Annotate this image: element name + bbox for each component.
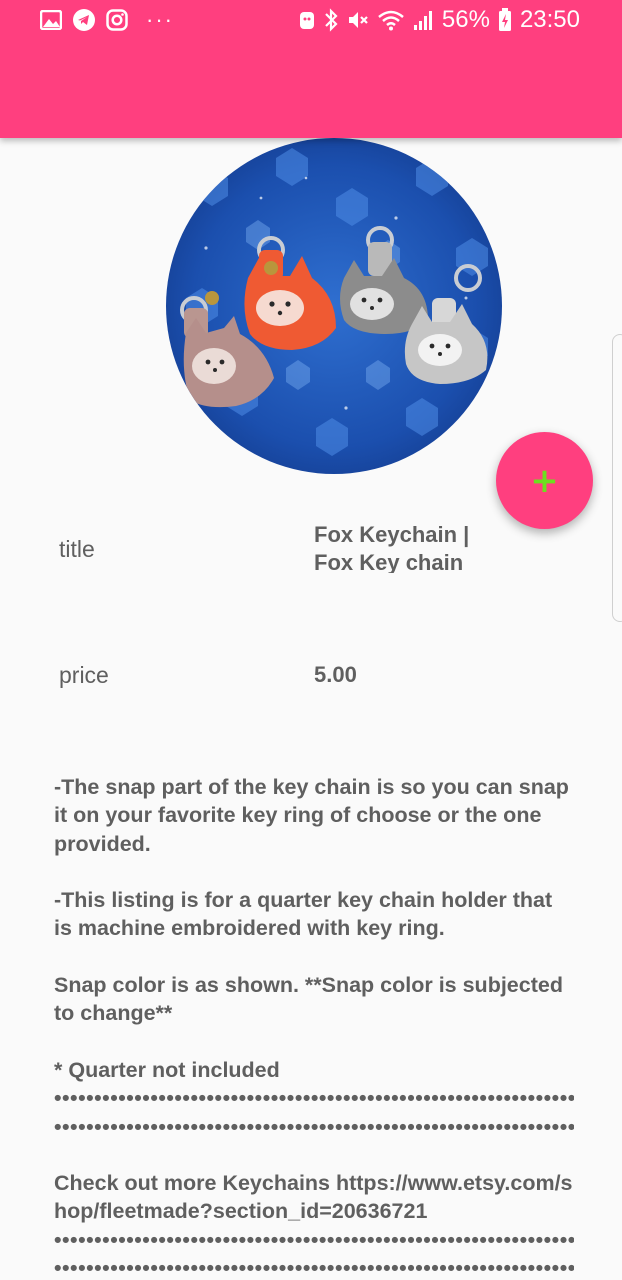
product-description: -The snap part of the key chain is so yo… [54,773,574,1280]
telegram-icon [72,8,96,32]
notification-icons: ··· [40,8,174,32]
description-paragraph: * Quarter not included [54,1057,280,1082]
clock: 23:50 [519,6,580,33]
title-label: title [59,536,95,562]
description-paragraph: Snap color is as shown. **Snap color is … [54,973,563,1026]
description-link-paragraph[interactable]: Check out more Keychains https://www.ets… [54,1169,574,1226]
description-paragraph: -This listing is for a quarter key chain… [54,888,553,941]
description-paragraph: -The snap part of the key chain is so yo… [54,775,569,856]
price-value: 5.00 [314,662,357,687]
status-bar: ··· 56% 23:50 [0,0,622,44]
dotted-divider: ••••••••••••••••••••••••••••••••••••••••… [54,1227,574,1252]
plus-icon: + [530,460,559,501]
system-icons: 56% 23:50 [298,6,580,34]
product-image[interactable] [166,138,502,474]
instagram-icon [106,9,128,31]
add-fab-button[interactable]: + [496,432,593,529]
edge-panel-handle[interactable] [612,334,622,622]
more-notifications: ··· [146,7,174,32]
title-value: Fox Keychain | Fox Key chain [314,522,470,573]
battery-icon [498,8,512,32]
bluetooth-icon [324,8,338,32]
price-label: price [59,662,109,688]
alarm-icon [298,9,316,31]
wifi-icon [378,9,404,31]
product-detail-screen: ··· 56% 23:50 + title Fox Keychain | Fox… [0,0,622,1280]
battery-percent: 56% [441,6,490,33]
gallery-icon [40,10,62,30]
mute-icon [346,8,370,32]
dotted-divider: ••••••••••••••••••••••••••••••••••••••••… [54,1256,574,1280]
app-bar: ··· 56% 23:50 [0,0,622,138]
signal-icon [412,9,434,31]
dotted-divider: ••••••••••••••••••••••••••••••••••••••••… [54,1114,574,1139]
dotted-divider: ••••••••••••••••••••••••••••••••••••••••… [54,1086,574,1111]
